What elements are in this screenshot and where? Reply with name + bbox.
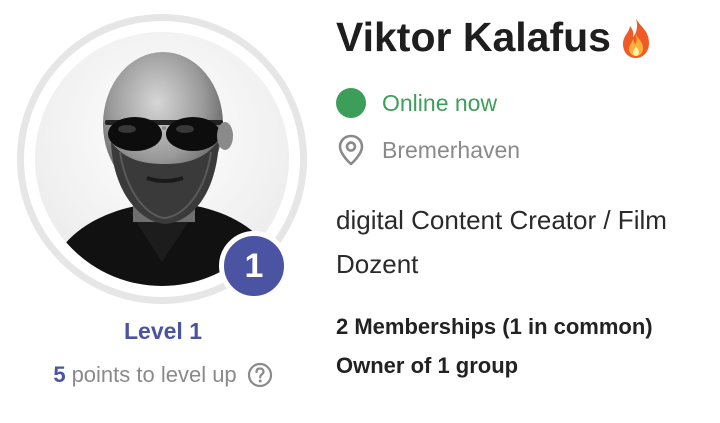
profile-name-row: Viktor Kalafus bbox=[336, 14, 653, 61]
online-dot-icon bbox=[336, 88, 366, 118]
location-text: Bremerhaven bbox=[382, 136, 521, 163]
level-label: Level 1 bbox=[124, 318, 202, 344]
owner-of-groups[interactable]: Owner of 1 group bbox=[336, 353, 518, 379]
profile-bio: digital Content Creator / Film Dozent bbox=[336, 198, 716, 286]
bio-line-1: digital Content Creator / Film bbox=[336, 205, 667, 235]
status-text: Online now bbox=[382, 89, 498, 116]
level-badge: 1 bbox=[219, 231, 289, 301]
memberships-count[interactable]: 2 Memberships (1 in common) bbox=[336, 314, 653, 340]
profile-name: Viktor Kalafus bbox=[336, 14, 611, 60]
points-to-level-up: 5 points to level up bbox=[0, 362, 326, 388]
location: Bremerhaven bbox=[336, 134, 520, 166]
points-value: 5 bbox=[53, 362, 66, 387]
map-pin-icon bbox=[336, 134, 366, 166]
question-circle-icon[interactable] bbox=[247, 362, 273, 388]
fire-icon bbox=[619, 16, 653, 60]
online-status: Online now bbox=[336, 88, 497, 118]
bio-line-2: Dozent bbox=[336, 249, 419, 279]
points-text: points to level up bbox=[71, 362, 237, 387]
